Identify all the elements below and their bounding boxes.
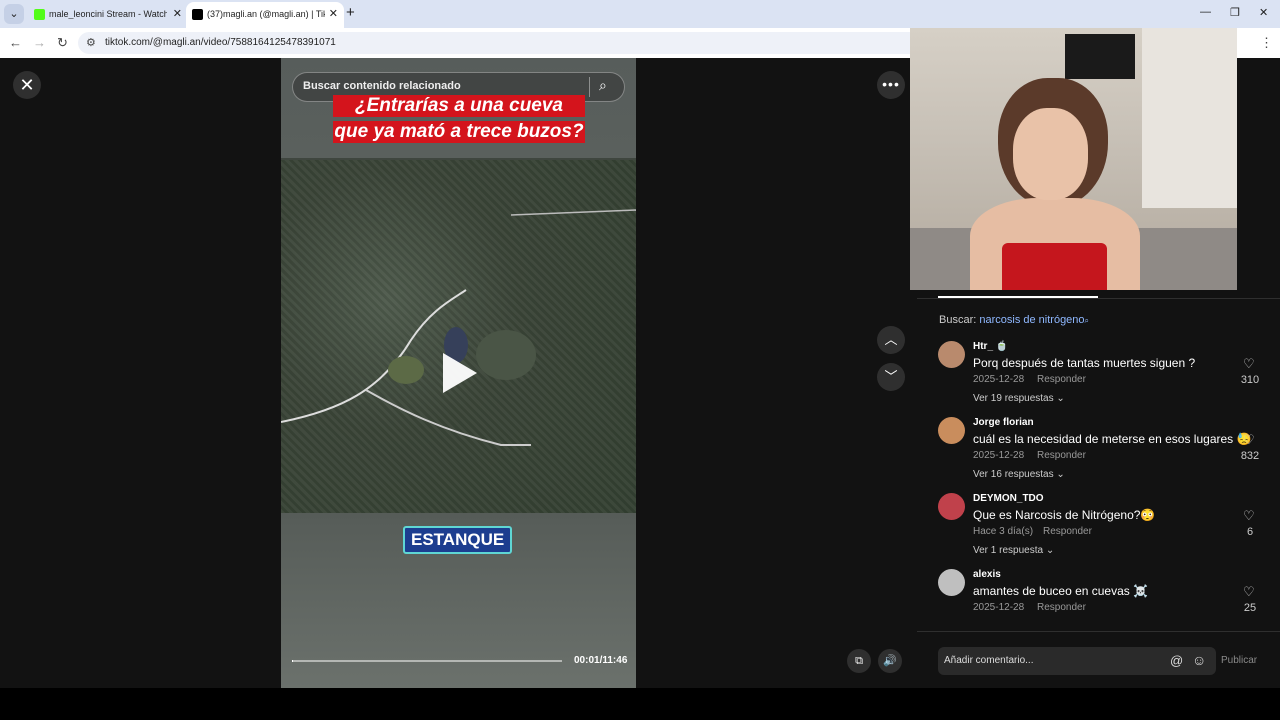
mention-icon[interactable]: @	[1170, 653, 1183, 668]
comment-text: cuál es la necesidad de meterse en esos …	[973, 432, 1252, 446]
like-count: 25	[1243, 602, 1257, 614]
comment-text: Que es Narcosis de Nitrógeno?😳	[973, 508, 1156, 522]
input-separator	[917, 631, 1280, 632]
previous-video-button[interactable]: ︿	[877, 326, 905, 354]
comment-username[interactable]: Htr_ 🍵	[973, 341, 1008, 352]
comment-placeholder: Añadir comentario...	[944, 655, 1034, 666]
tab-close-icon[interactable]: ✕	[329, 7, 338, 20]
comment-date: Hace 3 día(s)	[973, 526, 1034, 537]
next-video-button[interactable]: ﹀	[877, 363, 905, 391]
suggest-prefix: Buscar:	[939, 314, 977, 326]
comment-date: 2025-12-28	[973, 450, 1025, 461]
close-video-button[interactable]: ✕	[13, 71, 41, 99]
view-replies-button[interactable]: Ver 16 respuestas ⌄	[973, 469, 1065, 480]
tab-separator	[917, 298, 1280, 299]
back-icon[interactable]: ←	[9, 35, 22, 50]
picture-in-picture-icon[interactable]: ⧉	[847, 649, 871, 673]
like-heart-icon[interactable]: ♡	[1243, 508, 1255, 524]
video-frame	[281, 160, 636, 513]
like-heart-icon[interactable]: ♡	[1243, 356, 1255, 372]
comment-item: Jorge florian cuál es la necesidad de me…	[938, 417, 1268, 487]
reply-button[interactable]: Responder	[1037, 374, 1086, 385]
like-heart-icon[interactable]: ♡	[1243, 584, 1255, 600]
video-progress-bar[interactable]	[292, 660, 562, 662]
comment-text: amantes de buceo en cuevas ☠️	[973, 584, 1149, 598]
comment-date: 2025-12-28	[973, 374, 1025, 385]
comment-item: alexis amantes de buceo en cuevas ☠️ 202…	[938, 569, 1268, 639]
window-close-icon[interactable]: ✕	[1259, 6, 1268, 19]
like-count: 6	[1246, 526, 1254, 538]
search-icon: ⌕	[1084, 316, 1090, 325]
tab-title: male_leoncini Stream - Watch L	[49, 9, 167, 19]
video-overlay-label: ESTANQUE	[403, 526, 513, 554]
comment-item: Htr_ 🍵 Porq después de tantas muertes si…	[938, 341, 1268, 411]
volume-icon[interactable]: 🔊	[878, 649, 902, 673]
like-heart-icon[interactable]: ♡	[1243, 432, 1255, 448]
browser-tab-tiktok[interactable]: (37)magli.an (@magli.an) | TikTo ✕	[186, 2, 344, 28]
avatar[interactable]	[938, 493, 965, 520]
emoji-icon[interactable]: ☺	[1192, 652, 1206, 668]
forward-icon[interactable]: →	[33, 35, 46, 50]
avatar[interactable]	[938, 417, 965, 444]
like-count: 832	[1240, 450, 1260, 462]
more-options-button[interactable]: •••	[877, 71, 905, 99]
browser-tab-kick[interactable]: male_leoncini Stream - Watch L ✕	[28, 2, 188, 28]
search-placeholder: Buscar contenido relacionado	[303, 80, 461, 92]
browser-menu-icon[interactable]: ⋮	[1260, 35, 1273, 51]
video-caption-line2: que ya mató a trece buzos?	[333, 121, 585, 143]
video-time: 00:01/11:46	[574, 655, 628, 666]
cam-person-top	[1002, 243, 1107, 290]
tiktok-favicon-icon	[192, 9, 203, 20]
tab-search-button[interactable]: ⌄	[4, 4, 24, 24]
url-text: tiktok.com/@magli.an/video/7588164125478…	[105, 37, 336, 48]
search-divider	[589, 77, 590, 97]
browser-tab-strip: ⌄ male_leoncini Stream - Watch L ✕ (37)m…	[0, 0, 1280, 28]
reload-icon[interactable]: ↻	[57, 35, 68, 51]
kick-favicon-icon	[34, 9, 45, 20]
play-icon[interactable]	[443, 353, 477, 393]
progress-fill	[292, 660, 294, 662]
reply-button[interactable]: Responder	[1043, 526, 1092, 537]
webcam-overlay	[910, 28, 1237, 290]
minimize-icon[interactable]: —	[1200, 6, 1211, 18]
like-count: 310	[1240, 374, 1260, 386]
video-player[interactable]: Buscar contenido relacionado ⌕ ¿Entraría…	[281, 58, 636, 688]
avatar[interactable]	[938, 341, 965, 368]
restore-icon[interactable]: ❐	[1230, 6, 1240, 19]
avatar[interactable]	[938, 569, 965, 596]
cam-person-face	[1013, 108, 1088, 200]
view-replies-button[interactable]: Ver 19 respuestas ⌄	[973, 393, 1065, 404]
comment-username[interactable]: Jorge florian	[973, 417, 1034, 428]
comment-text: Porq después de tantas muertes siguen ?	[973, 356, 1196, 370]
bottom-bar	[0, 688, 1280, 720]
comment-username[interactable]: alexis	[973, 569, 1001, 580]
search-icon[interactable]: ⌕	[599, 77, 607, 94]
cam-background-tv	[1065, 34, 1135, 79]
publish-button[interactable]: Publicar	[1221, 655, 1257, 666]
tab-title: (37)magli.an (@magli.an) | TikTo	[207, 9, 325, 19]
site-info-icon[interactable]: ⚙	[86, 36, 96, 49]
comment-input[interactable]: Añadir comentario... @ ☺	[938, 647, 1216, 675]
suggest-query[interactable]: narcosis de nitrógeno	[979, 314, 1084, 326]
aerial-paths	[281, 209, 636, 446]
tab-close-icon[interactable]: ✕	[173, 7, 182, 20]
search-suggestion[interactable]: Buscar: narcosis de nitrógeno⌕	[939, 314, 1089, 326]
comment-username[interactable]: DEYMON_TDO	[973, 493, 1044, 504]
cam-background-door	[1142, 28, 1237, 208]
reply-button[interactable]: Responder	[1037, 602, 1086, 613]
new-tab-icon[interactable]: +	[346, 4, 355, 21]
video-caption-line1: ¿Entrarías a una cueva	[333, 95, 585, 117]
comment-date: 2025-12-28	[973, 602, 1025, 613]
comment-item: DEYMON_TDO Que es Narcosis de Nitrógeno?…	[938, 493, 1268, 563]
reply-button[interactable]: Responder	[1037, 450, 1086, 461]
view-replies-button[interactable]: Ver 1 respuesta ⌄	[973, 545, 1054, 556]
